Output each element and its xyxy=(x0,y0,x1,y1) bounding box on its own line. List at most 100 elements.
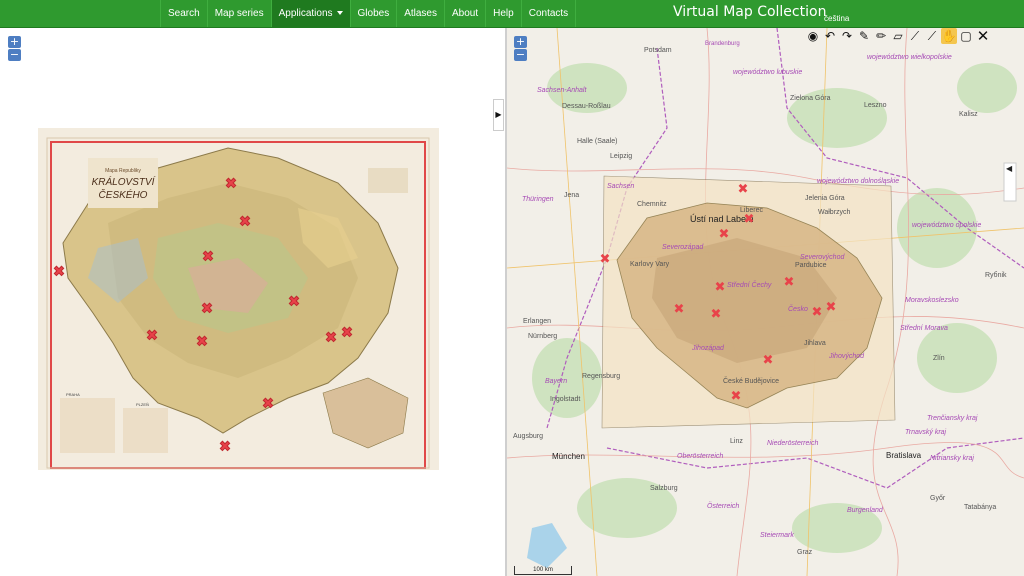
scan-viewer-panel[interactable]: + − Mapa Republiky KRÁLOVSTVÍ ČESKÉHO PR… xyxy=(0,28,505,576)
svg-text:Leszno: Leszno xyxy=(864,102,887,109)
svg-text:Erlangen: Erlangen xyxy=(523,318,551,325)
left-zoom-out-button[interactable]: − xyxy=(8,49,21,61)
svg-text:Brandenburg: Brandenburg xyxy=(705,41,740,47)
svg-text:województwo opolskie: województwo opolskie xyxy=(912,222,981,229)
svg-text:Česko: Česko xyxy=(788,304,808,313)
nav-atlases[interactable]: Atlases xyxy=(396,0,444,27)
svg-text:Oberösterreich: Oberösterreich xyxy=(677,453,723,460)
right-zoom-in-button[interactable]: + xyxy=(514,36,527,48)
svg-text:Jihovýchod: Jihovýchod xyxy=(828,353,865,360)
svg-text:Jena: Jena xyxy=(564,192,579,199)
svg-text:Moravskoslezsko: Moravskoslezsko xyxy=(905,297,959,304)
svg-text:Chemnitz: Chemnitz xyxy=(637,201,667,208)
map-marker[interactable]: ✖ xyxy=(201,300,214,317)
scan-title-line1: Mapa Republiky xyxy=(105,168,141,174)
map-marker[interactable]: ✖ xyxy=(784,274,795,289)
map-marker[interactable]: ✖ xyxy=(288,293,301,310)
nav-help[interactable]: Help xyxy=(485,0,521,27)
map-marker[interactable]: ✖ xyxy=(196,333,209,350)
svg-text:Pardubice: Pardubice xyxy=(795,262,827,269)
site-title[interactable]: Virtual Map Collection xyxy=(673,4,826,20)
nav-applications[interactable]: Applications xyxy=(270,0,350,27)
close-icon[interactable]: ✕ xyxy=(975,27,991,45)
reference-map[interactable]: Potsdam Brandenburg Zielona Góra Leszno … xyxy=(507,28,1024,576)
edit-icon[interactable]: ✎ xyxy=(856,28,872,44)
redo-icon[interactable]: ↷ xyxy=(839,28,855,44)
old-map-scan[interactable]: Mapa Republiky KRÁLOVSTVÍ ČESKÉHO PRAHA … xyxy=(38,128,439,470)
svg-text:Střední Morava: Střední Morava xyxy=(900,325,948,332)
svg-text:województwo lubuskie: województwo lubuskie xyxy=(733,69,802,76)
polygon-icon[interactable]: ▱ xyxy=(890,28,906,44)
svg-text:Burgenland: Burgenland xyxy=(847,507,884,514)
scan-title-line3: ČESKÉHO xyxy=(99,188,148,201)
svg-text:Dessau-Roßlau: Dessau-Roßlau xyxy=(562,103,611,110)
svg-text:Sachsen-Anhalt: Sachsen-Anhalt xyxy=(537,87,587,94)
map-marker[interactable]: ✖ xyxy=(731,388,742,403)
svg-text:Střední Čechy: Střední Čechy xyxy=(727,280,772,289)
reference-map-panel[interactable]: Potsdam Brandenburg Zielona Góra Leszno … xyxy=(507,28,1024,576)
svg-text:Niederösterreich: Niederösterreich xyxy=(767,440,818,447)
map-marker[interactable]: ✖ xyxy=(219,438,232,455)
top-navbar: Search Map series Applications Globes At… xyxy=(0,0,1024,28)
nav-search[interactable]: Search xyxy=(160,0,207,27)
right-edge-toggle[interactable]: ◀ xyxy=(1006,164,1012,173)
pencil-icon[interactable]: ✏ xyxy=(873,28,889,44)
map-marker[interactable]: ✖ xyxy=(812,304,823,319)
pan-hand-icon[interactable]: ✋ xyxy=(941,28,957,44)
nav-menu: Search Map series Applications Globes At… xyxy=(160,0,577,27)
svg-text:Augsburg: Augsburg xyxy=(513,433,543,440)
svg-text:PLZEŇ: PLZEŇ xyxy=(136,402,149,407)
map-marker[interactable]: ✖ xyxy=(826,299,837,314)
map-marker[interactable]: ✖ xyxy=(53,263,66,280)
map-marker[interactable]: ✖ xyxy=(738,181,749,196)
map-marker[interactable]: ✖ xyxy=(719,226,730,241)
svg-text:München: München xyxy=(552,452,585,461)
map-toolbar: ◉ ↶ ↷ ✎ ✏ ▱ ⟋ ⟋ ✋ ▢ ✕ xyxy=(805,27,991,45)
svg-text:Regensburg: Regensburg xyxy=(582,373,620,380)
svg-text:Jelenia Góra: Jelenia Góra xyxy=(805,195,845,202)
map-cartouche: Mapa Republiky KRÁLOVSTVÍ ČESKÉHO xyxy=(88,158,158,208)
svg-text:Bayern: Bayern xyxy=(545,378,567,385)
map-marker[interactable]: ✖ xyxy=(239,213,252,230)
map-marker[interactable]: ✖ xyxy=(715,279,726,294)
map-marker[interactable]: ✖ xyxy=(600,251,611,266)
scale-bar: 100 km xyxy=(514,566,572,575)
collapse-left-toggle[interactable]: ▶ xyxy=(493,99,504,131)
map-marker[interactable]: ✖ xyxy=(225,175,238,192)
svg-text:Trnavský kraj: Trnavský kraj xyxy=(905,429,947,436)
svg-text:České Budějovice: České Budějovice xyxy=(723,376,779,385)
measure-icon[interactable]: ⟋ xyxy=(907,28,923,44)
map-marker[interactable]: ✖ xyxy=(763,352,774,367)
svg-text:Severozápad: Severozápad xyxy=(662,244,704,251)
map-marker[interactable]: ✖ xyxy=(325,329,338,346)
nav-applications-label: Applications xyxy=(278,8,333,19)
map-marker[interactable]: ✖ xyxy=(744,211,755,226)
right-zoom-out-button[interactable]: − xyxy=(514,49,527,61)
svg-text:Potsdam: Potsdam xyxy=(644,47,672,54)
svg-text:Österreich: Österreich xyxy=(707,502,739,510)
map-marker[interactable]: ✖ xyxy=(146,327,159,344)
svg-text:Ryбnik: Ryбnik xyxy=(985,271,1007,279)
layers-icon[interactable]: ▢ xyxy=(958,28,974,44)
inset-plzen: PLZEŇ xyxy=(123,402,168,453)
map-marker[interactable]: ✖ xyxy=(202,248,215,265)
undo-icon[interactable]: ↶ xyxy=(822,28,838,44)
nav-contacts[interactable]: Contacts xyxy=(520,0,577,27)
language-switch[interactable]: čeština xyxy=(824,14,849,23)
nav-globes[interactable]: Globes xyxy=(349,0,397,27)
nav-about[interactable]: About xyxy=(444,0,485,27)
globe-icon[interactable]: ◉ xyxy=(805,28,821,44)
map-marker[interactable]: ✖ xyxy=(341,324,354,341)
svg-text:Jihozápad: Jihozápad xyxy=(691,345,725,352)
svg-text:Győr: Győr xyxy=(930,495,946,502)
map-marker[interactable]: ✖ xyxy=(262,395,275,412)
svg-text:Graz: Graz xyxy=(797,549,813,556)
map-marker[interactable]: ✖ xyxy=(711,306,722,321)
map-marker[interactable]: ✖ xyxy=(674,301,685,316)
right-zoom-control: + − xyxy=(514,36,527,62)
measure-area-icon[interactable]: ⟋ xyxy=(924,28,940,44)
svg-text:województwo dolnośląskie: województwo dolnośląskie xyxy=(817,178,899,185)
svg-text:Kalisz: Kalisz xyxy=(959,111,978,118)
left-zoom-in-button[interactable]: + xyxy=(8,36,21,48)
nav-map-series[interactable]: Map series xyxy=(206,0,271,27)
